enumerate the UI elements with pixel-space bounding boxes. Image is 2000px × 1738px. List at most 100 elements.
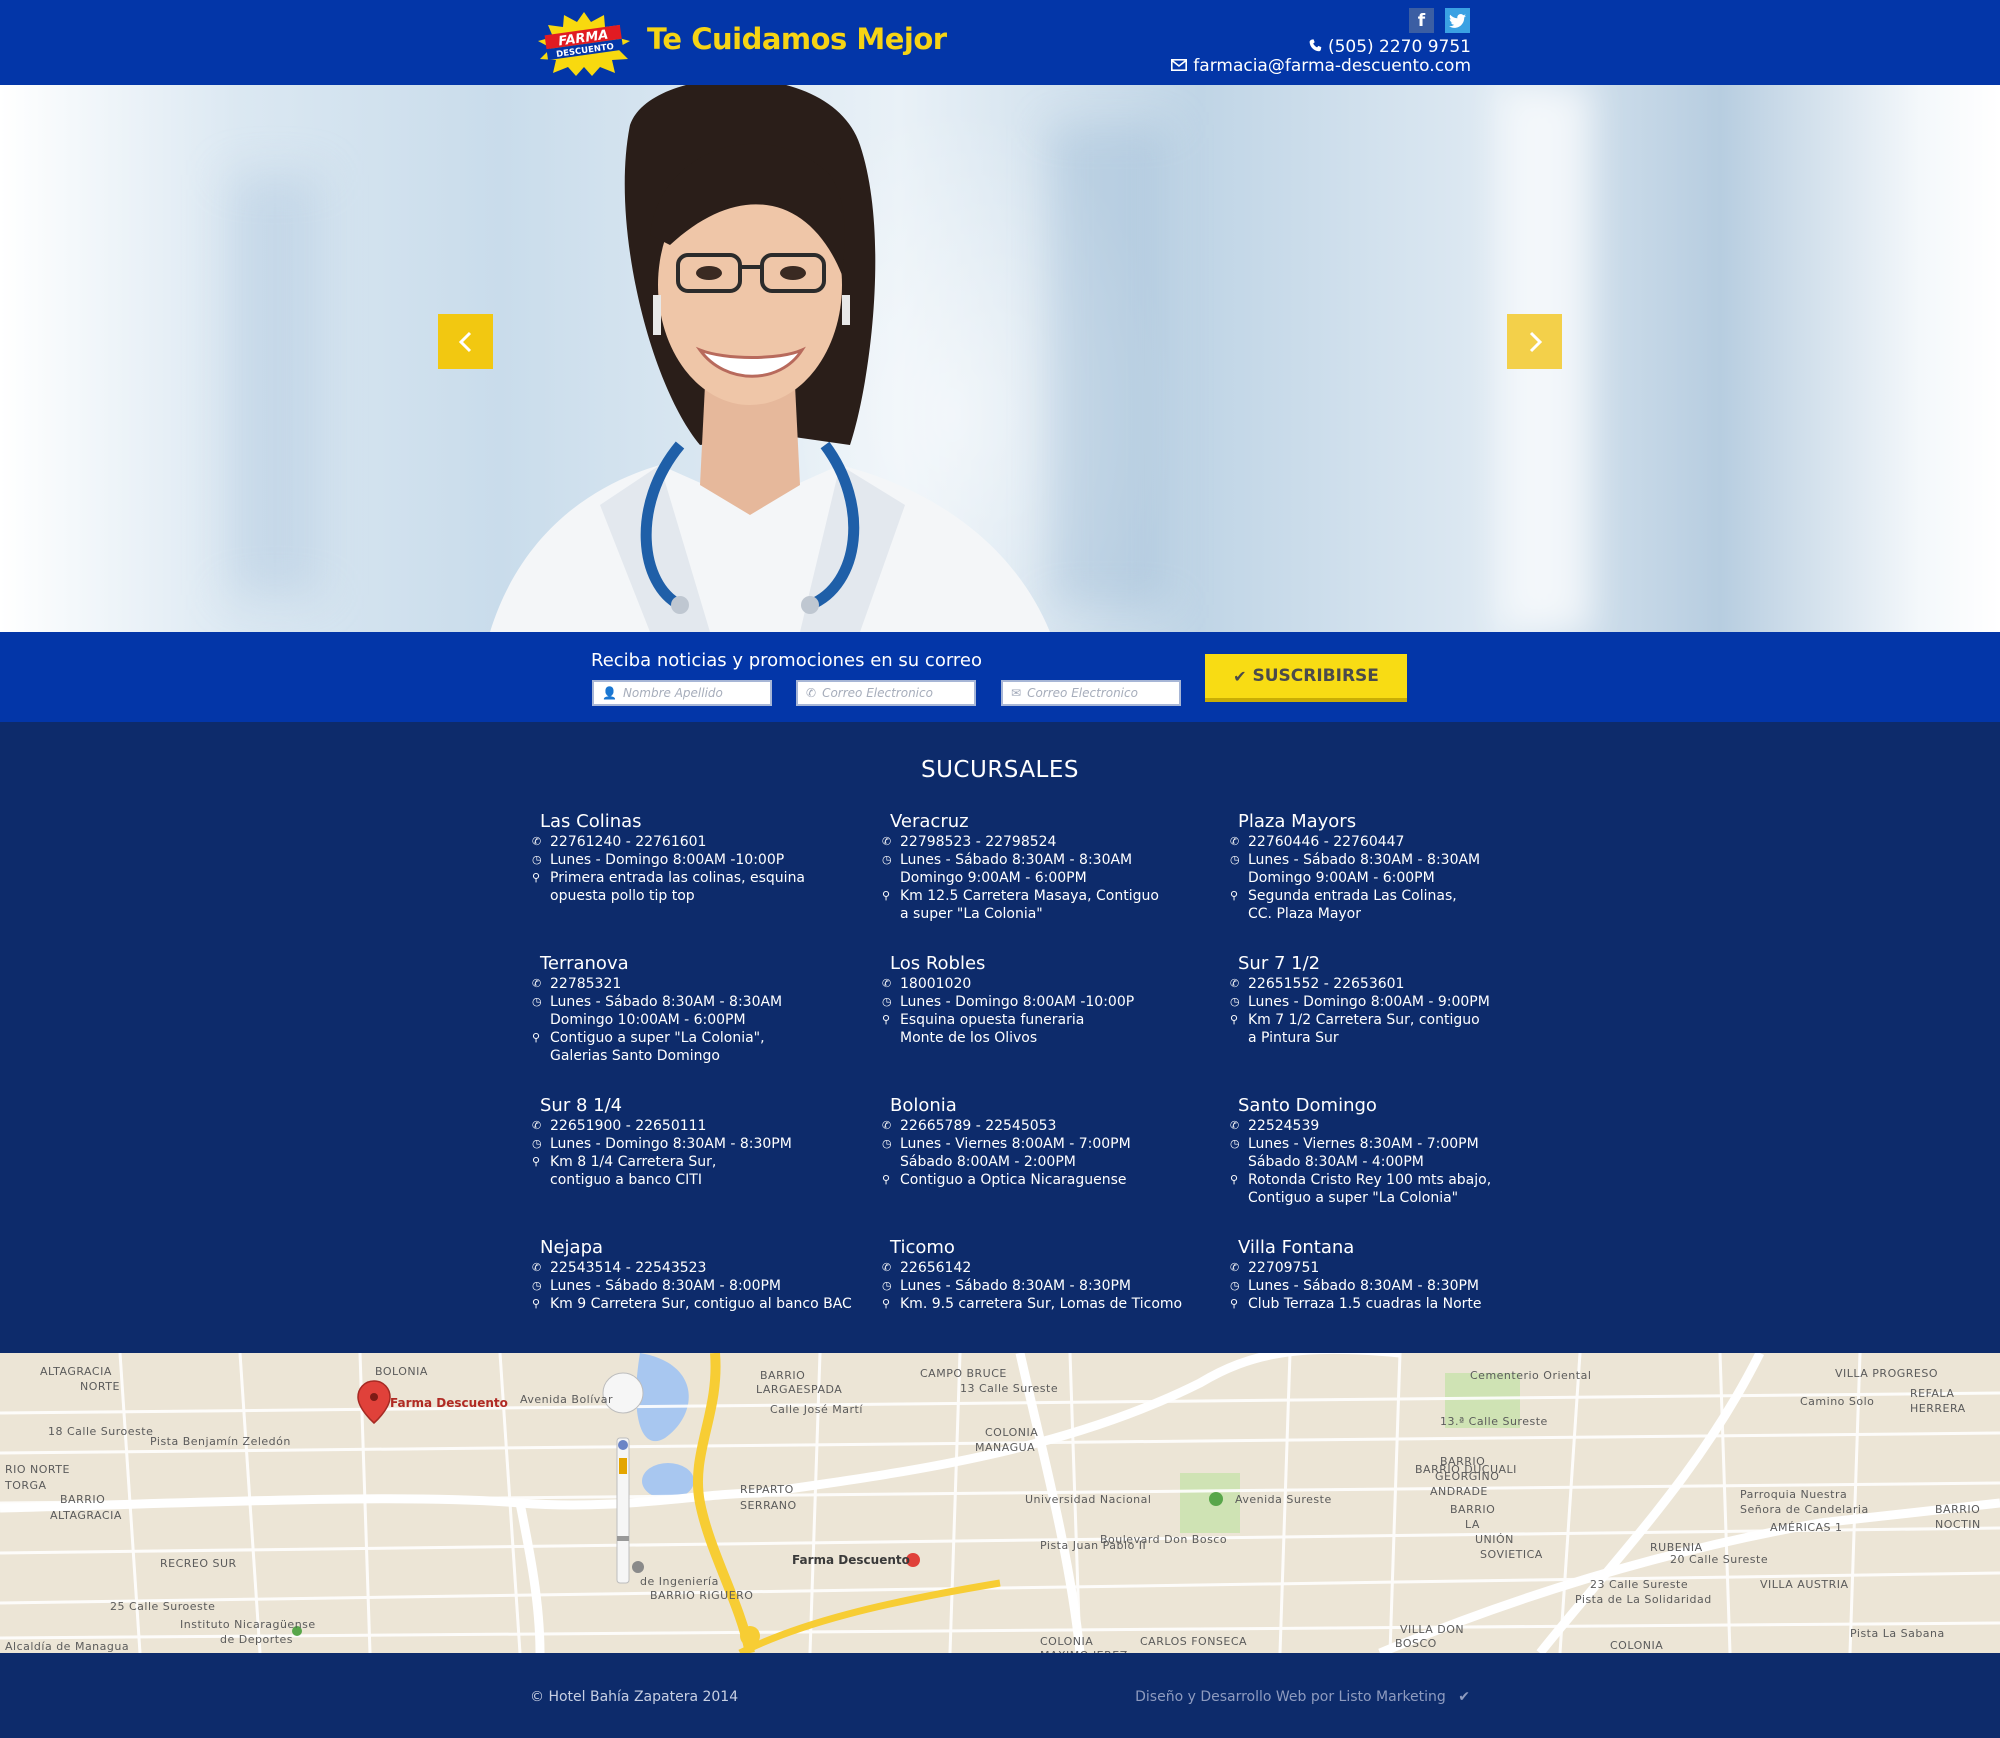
branches-section: SUCURSALES Las Colinas ✆ 22761240 - 227616… [0,722,2000,1353]
clock-icon: ◷ [882,1279,892,1292]
slider-next-button[interactable] [1507,314,1562,369]
phone-field[interactable]: ✆ Correo Electronico [796,680,976,706]
map-street-label: Universidad Nacional [1025,1493,1152,1506]
branch-hours: ◷ Lunes - Domingo 8:00AM -10:00P [882,994,1135,1010]
name-field[interactable]: 👤 Nombre Apellido [592,680,772,706]
branch-address: ⚲ Primera entrada las colinas, esquina op… [532,870,806,904]
map-pin-icon: ⚲ [1230,1173,1239,1186]
map-street-label: UNIÓN [1475,1533,1514,1546]
map-street-label: GEORGINO [1435,1470,1500,1483]
branch-phone[interactable]: ✆ 22785321 [530,975,860,993]
branch-card: Nejapa ✆ 22543514 - 22543523 ◷ Lunes - Sábad… [530,1239,860,1313]
map-street-label: CARLOS FONSECA [1140,1635,1248,1648]
map-street-label: COLONIA [1040,1635,1094,1648]
chevron-left-icon [458,331,471,352]
map-street-label: 25 Calle Suroeste [110,1600,216,1613]
map-pin-icon: ⚲ [532,871,541,884]
branch-phone[interactable]: ✆ 22709751 [1228,1259,1558,1277]
branch-name: Las Colinas [540,811,642,832]
phone-icon: ✆ [1230,1119,1240,1132]
envelope-icon: ✉ [1011,686,1022,700]
facebook-icon[interactable]: f [1409,8,1434,33]
map-street-label: AMÉRICAS 1 [1770,1521,1843,1534]
branch-name: Sur 8 1/4 [540,1095,623,1116]
location-map[interactable]: Farma Descuento Farma Descuento ALTAGRAC… [0,1353,2000,1653]
branch-card: Terranova ✆ 22785321 ◷ Lunes - Sábado 8:30AM… [530,955,860,1065]
header-phone[interactable]: (505) 2270 9751 [1309,37,1471,57]
branch-address: ⚲ Km 9 Carretera Sur, contiguo al banco B… [532,1296,852,1312]
map-street-label: 13.ª Calle Sureste [1440,1415,1548,1428]
phone-icon: ✆ [532,1119,542,1132]
site-tagline: Te Cuidamos Mejor [647,22,947,56]
branch-phone[interactable]: ✆ 22651900 - 22650111 [530,1117,860,1135]
branch-hours: ◷ Lunes - Sábado 8:30AM - 8:30AM Domingo … [1230,852,1481,886]
twitter-icon[interactable] [1445,8,1470,33]
branch-phone[interactable]: ✆ 22665789 - 22545053 [880,1117,1210,1135]
map-pin-icon: ⚲ [532,1155,541,1168]
phone-icon: ✆ [532,977,542,990]
map-street-label: Pista Benjamín Zeledón [150,1435,291,1448]
map-street-label: 13 Calle Sureste [960,1382,1059,1395]
map-street-label: Avenida Bolívar [520,1393,614,1406]
map-street-label: BARRIO [1935,1503,1981,1516]
map-pin-icon: ⚲ [882,889,891,902]
branch-name: Santo Domingo [1238,1095,1377,1116]
branch-hours: ◷ Lunes - Domingo 8:30AM - 8:30PM [532,1136,792,1152]
envelope-icon [1171,56,1188,76]
map-street-label: COLONIA [985,1426,1039,1439]
branch-address: ⚲ Contiguo a super "La Colonia", Galerias… [532,1030,765,1064]
phone-icon: ✆ [1230,835,1240,848]
copyright-text: © Hotel Bahía Zapatera 2014 [530,1689,739,1705]
map-street-label: Pista de La Solidaridad [1575,1593,1712,1606]
map-street-label: REPARTO [740,1483,794,1496]
branch-address: ⚲ Km. 9.5 carretera Sur, Lomas de Ticomo [882,1296,1183,1312]
branch-phone[interactable]: ✆ 22543514 - 22543523 [530,1259,860,1277]
map-street-label: TORGA [5,1479,47,1492]
map-marker-label-2[interactable]: Farma Descuento [792,1553,910,1567]
branch-phone[interactable]: ✆ 22761240 - 22761601 [530,833,860,851]
farma-descuento-logo[interactable]: FARMA DESCUENTO [532,10,636,76]
branch-name: Terranova [540,953,629,974]
map-street-label: Boulevard Don Bosco [1100,1533,1228,1546]
branch-hours: ◷ Lunes - Sábado 8:30AM - 8:30AM Domingo … [882,852,1133,886]
map-street-label: COLONIA [1610,1639,1664,1652]
branch-name: Villa Fontana [1238,1237,1355,1258]
map-street-label: BARRIO [1450,1503,1496,1516]
branch-phone[interactable]: ✆ 22651552 - 22653601 [1228,975,1558,993]
doctor-photo [490,85,1050,632]
map-pin-icon: ⚲ [882,1013,891,1026]
branch-name: Veracruz [890,811,969,832]
branch-phone[interactable]: ✆ 22760446 - 22760447 [1228,833,1558,851]
hero-slider[interactable] [0,85,2000,632]
branch-phone[interactable]: ✆ 22798523 - 22798524 [880,833,1210,851]
map-pin-icon: ⚲ [1230,1013,1239,1026]
subscribe-button[interactable]: ✔ SUSCRIBIRSE [1205,654,1407,702]
map-marker-label[interactable]: Farma Descuento [390,1396,508,1410]
branch-name: Nejapa [540,1237,604,1258]
branches-title: SUCURSALES [920,757,1079,783]
clock-icon: ◷ [1230,995,1240,1008]
branch-phone[interactable]: ✆ 22524539 [1228,1117,1558,1135]
branch-phone[interactable]: ✆ 18001020 [880,975,1210,993]
branch-name: Los Robles [890,953,986,974]
map-street-label: CAMPO BRUCE [920,1367,1007,1380]
map-street-label: BOSCO [1395,1637,1437,1650]
map-street-label: ALTAGRACIA [50,1509,122,1522]
map-street-label: 20 Calle Sureste [1670,1553,1769,1566]
map-street-label: RIO NORTE [5,1463,70,1476]
slider-prev-button[interactable] [438,314,493,369]
map-street-label: Parroquia Nuestra [1740,1488,1848,1501]
branch-hours: ◷ Lunes - Viernes 8:30AM - 7:00PM Sábado … [1230,1136,1479,1170]
branch-phone[interactable]: ✆ 22656142 [880,1259,1210,1277]
email-field[interactable]: ✉ Correo Electronico [1001,680,1181,706]
map-pin-icon: ⚲ [532,1031,541,1044]
branch-hours: ◷ Lunes - Sábado 8:30AM - 8:30AM Domingo … [532,994,783,1028]
clock-icon: ◷ [532,853,542,866]
header-email[interactable]: farmacia@farma-descuento.com [1171,56,1471,76]
map-pin-icon: ⚲ [1230,1297,1239,1310]
branch-hours: ◷ Lunes - Sábado 8:30AM - 8:30PM [882,1278,1131,1294]
map-street-label: 18 Calle Suroeste [48,1425,154,1438]
map-street-label: Pista La Sabana [1850,1627,1945,1640]
clock-icon: ◷ [1230,853,1240,866]
designer-credit[interactable]: Diseño y Desarrollo Web por Listo Market… [1135,1689,1470,1705]
